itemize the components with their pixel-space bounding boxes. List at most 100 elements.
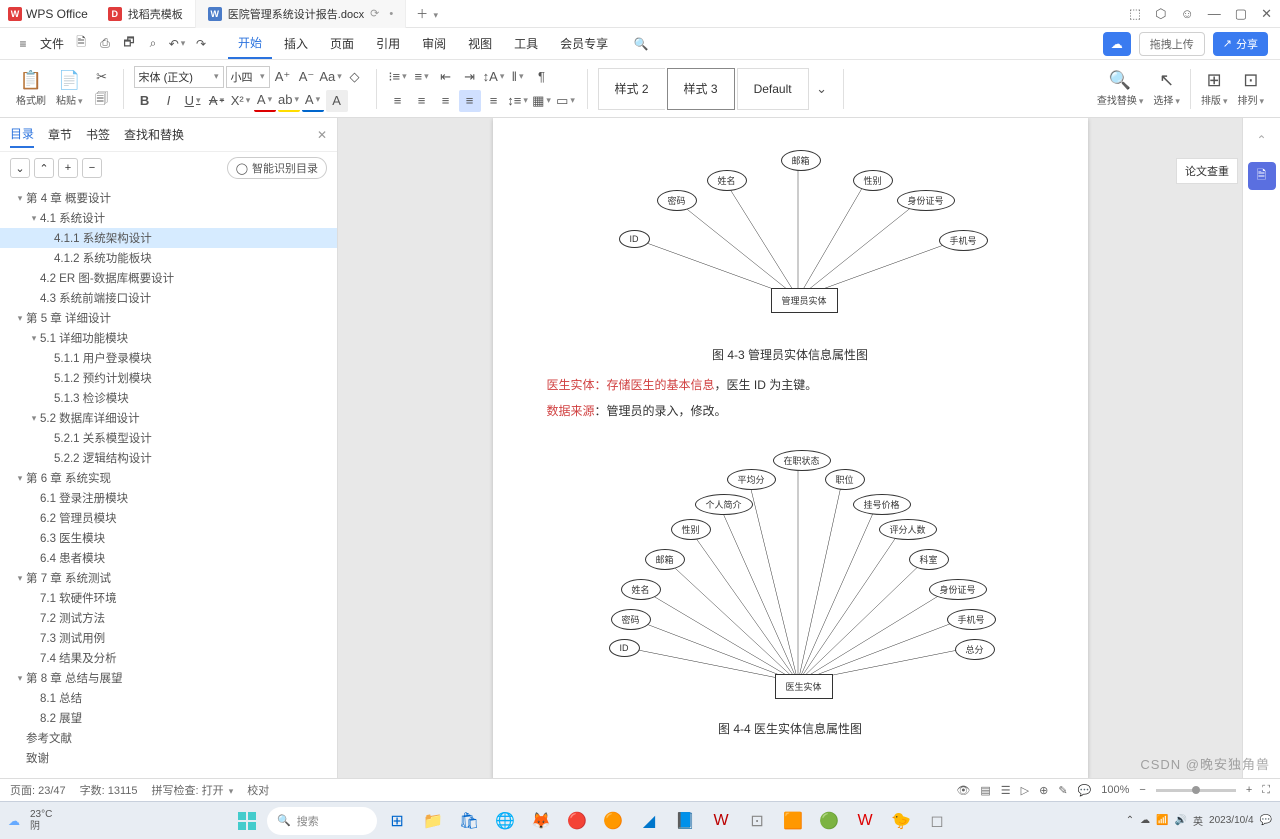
- tab-view[interactable]: 视图: [458, 29, 502, 58]
- hamburger-icon[interactable]: ≡: [12, 33, 34, 55]
- tray-wifi-icon[interactable]: 📶: [1156, 815, 1168, 826]
- minimize-icon[interactable]: —: [1208, 6, 1221, 21]
- word-count[interactable]: 字数: 13115: [80, 782, 138, 798]
- align-center-icon[interactable]: ≡: [411, 90, 433, 112]
- para-icon[interactable]: ¶: [531, 66, 553, 88]
- tray-notif-icon[interactable]: 💬: [1260, 815, 1272, 826]
- close-icon[interactable]: ✕: [317, 128, 327, 142]
- paste-button[interactable]: 📄粘贴▾: [52, 68, 87, 109]
- view-web-icon[interactable]: ▷: [1021, 784, 1029, 797]
- view-fullscreen-icon[interactable]: ⊕: [1039, 784, 1048, 797]
- weather-icon[interactable]: ☁: [8, 814, 20, 828]
- zoom-out-icon[interactable]: −: [1139, 784, 1145, 796]
- outline-item[interactable]: 4.1.2 系统功能板块: [0, 248, 337, 268]
- tb-app-icon[interactable]: 🐤: [885, 807, 917, 835]
- zoom-slider[interactable]: [1156, 789, 1236, 792]
- tab-document[interactable]: W 医院管理系统设计报告.docx ⟳ •: [196, 0, 406, 28]
- tab-template[interactable]: D 找稻壳模板: [96, 0, 196, 28]
- redo-icon[interactable]: ↷: [190, 33, 212, 55]
- strike-button[interactable]: A▾: [206, 90, 228, 112]
- font-color-icon[interactable]: A▾: [302, 90, 324, 112]
- cut-icon[interactable]: ✂: [91, 66, 113, 88]
- collapse-panel-icon[interactable]: ⌃: [1248, 126, 1276, 154]
- tb-app-icon[interactable]: 🟠: [597, 807, 629, 835]
- tab-sync-icon[interactable]: ⟳: [370, 7, 379, 20]
- page-indicator[interactable]: 页面: 23/47: [10, 782, 66, 798]
- copy-icon[interactable]: 🗐: [91, 90, 113, 112]
- expand-icon[interactable]: ⌃: [34, 158, 54, 178]
- outline-item[interactable]: ▾第 5 章 详细设计: [0, 308, 337, 328]
- plagiarism-check-button[interactable]: 🗎: [1248, 162, 1276, 190]
- outline-item[interactable]: ▾第 4 章 概要设计: [0, 188, 337, 208]
- tab-insert[interactable]: 插入: [274, 29, 318, 58]
- remove-icon[interactable]: −: [82, 158, 102, 178]
- outline-item[interactable]: 7.3 测试用例: [0, 628, 337, 648]
- border-icon[interactable]: ▦▾: [531, 90, 553, 112]
- smart-toc-button[interactable]: ◯ 智能识别目录: [227, 157, 327, 179]
- zoom-label[interactable]: 100%: [1101, 784, 1129, 796]
- nav-tab-chapter[interactable]: 章节: [48, 122, 72, 147]
- tb-wps2-icon[interactable]: W: [849, 807, 881, 835]
- tb-wps-icon[interactable]: W: [705, 807, 737, 835]
- format-painter-button[interactable]: 📋格式刷: [12, 68, 50, 109]
- tab-page[interactable]: 页面: [320, 29, 364, 58]
- highlight-icon[interactable]: ab▾: [278, 90, 300, 112]
- tb-store-icon[interactable]: 🛍: [453, 807, 485, 835]
- spacing-icon[interactable]: ‖▾: [507, 66, 529, 88]
- layout-button[interactable]: ⊞排版▾: [1197, 68, 1232, 109]
- tb-app-icon[interactable]: 🟢: [813, 807, 845, 835]
- cloud-button[interactable]: ☁: [1103, 32, 1131, 56]
- outline-item[interactable]: ▾5.1 详细功能模块: [0, 328, 337, 348]
- tray-sound-icon[interactable]: 🔊: [1175, 815, 1187, 826]
- maximize-icon[interactable]: ▢: [1235, 6, 1247, 22]
- align-right-icon[interactable]: ≡: [435, 90, 457, 112]
- tab-start[interactable]: 开始: [228, 28, 272, 59]
- indent-out-icon[interactable]: ⇤: [435, 66, 457, 88]
- tb-explorer-icon[interactable]: 📁: [417, 807, 449, 835]
- outline-item[interactable]: 参考文献: [0, 728, 337, 748]
- sort-icon[interactable]: ↕A▾: [483, 66, 505, 88]
- nav-tab-bookmark[interactable]: 书签: [86, 122, 110, 147]
- style-3-button[interactable]: 样式 3: [667, 68, 735, 110]
- italic-button[interactable]: I: [158, 90, 180, 112]
- outline-item[interactable]: 7.2 测试方法: [0, 608, 337, 628]
- nav-tab-find[interactable]: 查找和替换: [124, 122, 184, 147]
- outline-item[interactable]: ▾5.2 数据库详细设计: [0, 408, 337, 428]
- line-spacing-icon[interactable]: ↕≡▾: [507, 90, 529, 112]
- start-button[interactable]: [231, 805, 263, 837]
- decrease-font-icon[interactable]: A⁻: [296, 66, 318, 88]
- tb-firefox-icon[interactable]: 🦊: [525, 807, 557, 835]
- bold-button[interactable]: B: [134, 90, 156, 112]
- outline-item[interactable]: ▾第 7 章 系统测试: [0, 568, 337, 588]
- clear-format-icon[interactable]: ◇: [344, 66, 366, 88]
- view-read-icon[interactable]: 👁: [956, 784, 970, 797]
- outline-item[interactable]: 4.3 系统前端接口设计: [0, 288, 337, 308]
- print-icon[interactable]: ⎙: [94, 33, 116, 55]
- outline-item[interactable]: ▾第 8 章 总结与展望: [0, 668, 337, 688]
- outline-item[interactable]: 7.4 结果及分析: [0, 648, 337, 668]
- outline-item[interactable]: ▾4.1 系统设计: [0, 208, 337, 228]
- tab-tools[interactable]: 工具: [504, 29, 548, 58]
- tb-app-icon[interactable]: ⊞: [381, 807, 413, 835]
- change-case-icon[interactable]: Aa▾: [320, 66, 342, 88]
- close-icon[interactable]: ✕: [1261, 6, 1272, 22]
- taskbar-search[interactable]: 🔍 搜索: [267, 807, 377, 835]
- zoom-icon[interactable]: ⌕: [142, 33, 164, 55]
- style-2-button[interactable]: 样式 2: [598, 68, 665, 110]
- view-feedback-icon[interactable]: 💬: [1078, 784, 1092, 797]
- view-outline-icon[interactable]: ☰: [1001, 784, 1011, 797]
- tray-lang-icon[interactable]: 英: [1193, 813, 1203, 828]
- upload-button[interactable]: 拖拽上传: [1139, 32, 1205, 56]
- distribute-icon[interactable]: ≡: [483, 90, 505, 112]
- font-select[interactable]: 宋体 (正文)▾: [134, 66, 224, 88]
- tb-app-icon[interactable]: ⊡: [741, 807, 773, 835]
- search-icon[interactable]: 🔍: [630, 33, 652, 55]
- outline-item[interactable]: 4.1.1 系统架构设计: [0, 228, 337, 248]
- fit-icon[interactable]: ⛶: [1262, 784, 1270, 797]
- save-icon[interactable]: 🗎: [70, 33, 92, 55]
- add-icon[interactable]: +: [58, 158, 78, 178]
- document-canvas[interactable]: ID 密码 姓名 邮箱 性别 身份证号 手机号 管理员实体 图 4-3 管理员实…: [338, 118, 1242, 778]
- outline-item[interactable]: 5.1.2 预约计划模块: [0, 368, 337, 388]
- proofread[interactable]: 校对: [247, 782, 269, 798]
- view-tool-icon[interactable]: ✎: [1058, 784, 1067, 797]
